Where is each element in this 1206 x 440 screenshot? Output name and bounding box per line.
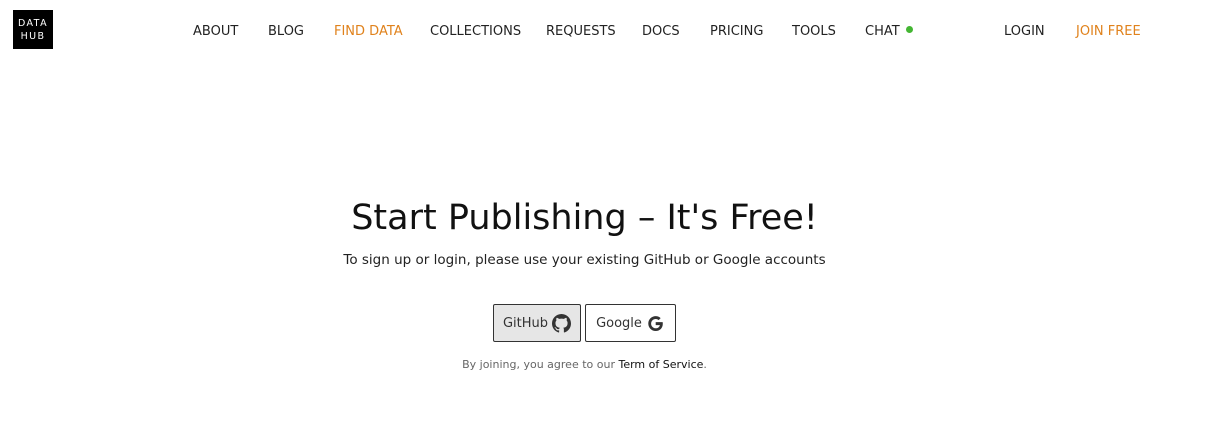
nav-pricing[interactable]: PRICING: [710, 23, 763, 40]
online-status-dot: [905, 26, 913, 33]
nav-docs[interactable]: DOCS: [642, 23, 680, 40]
logo-line-2: HUB: [20, 30, 46, 42]
nav-tools[interactable]: TOOLS: [792, 23, 836, 40]
login-panel: Start Publishing – It's Free! To sign up…: [0, 0, 1206, 440]
nav-login[interactable]: LOGIN: [1004, 23, 1045, 40]
google-login-button[interactable]: Google: [585, 304, 676, 342]
github-button-label: GitHub: [502, 315, 549, 331]
github-icon: [552, 313, 572, 333]
google-button-label: Google: [596, 315, 642, 331]
terms-notice: By joining, you agree to our Term of Ser…: [0, 357, 1169, 372]
site-header: DATA HUB ABOUT BLOG FIND DATA COLLECTION…: [0, 0, 1206, 64]
datahub-logo[interactable]: DATA HUB: [13, 10, 53, 49]
nav-blog[interactable]: BLOG: [268, 23, 304, 40]
page-subtitle: To sign up or login, please use your exi…: [343, 252, 826, 268]
google-icon: [646, 314, 665, 333]
logo-line-1: DATA: [17, 17, 49, 29]
nav-chat-label: CHAT: [865, 24, 900, 39]
terms-prefix: By joining, you agree to our: [462, 358, 615, 371]
nav-join-free[interactable]: JOIN FREE: [1076, 23, 1141, 40]
nav-find-data[interactable]: FIND DATA: [334, 23, 403, 40]
nav-about[interactable]: ABOUT: [193, 23, 238, 40]
nav-requests[interactable]: REQUESTS: [546, 23, 616, 40]
github-login-button[interactable]: GitHub: [493, 304, 581, 342]
terms-suffix: .: [703, 358, 707, 371]
nav-chat[interactable]: CHAT: [865, 23, 913, 40]
terms-of-service-link[interactable]: Term of Service: [618, 358, 703, 371]
page-title: Start Publishing – It's Free!: [351, 198, 818, 238]
nav-collections[interactable]: COLLECTIONS: [430, 23, 521, 40]
